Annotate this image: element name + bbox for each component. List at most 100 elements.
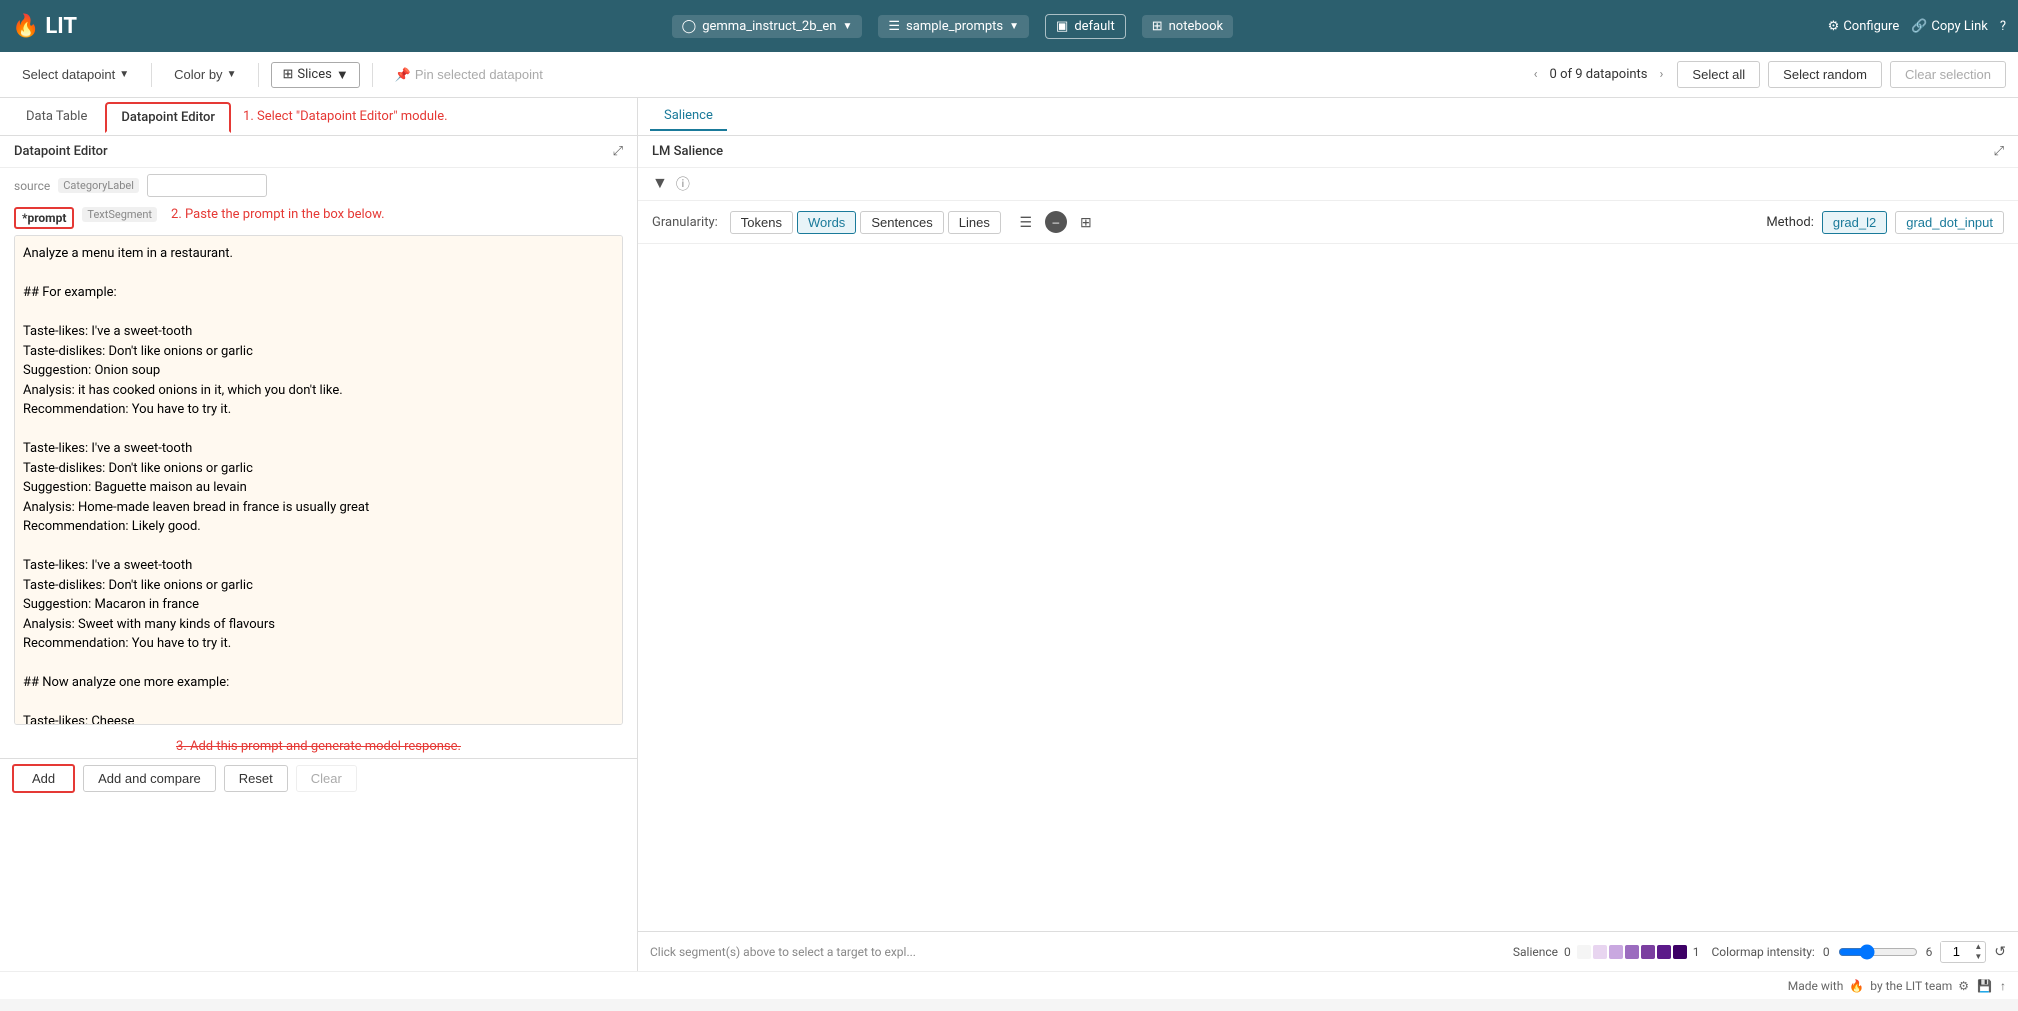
- help-button[interactable]: ?: [2000, 19, 2006, 34]
- configure-link[interactable]: ⚙ Configure: [1828, 19, 1900, 34]
- method-grad-l2-label: grad_l2: [1833, 215, 1876, 230]
- prev-datapoint-button[interactable]: ‹: [1528, 65, 1544, 84]
- clear-selection-button[interactable]: Clear selection: [1890, 61, 2006, 88]
- footer-flame: 🔥: [1849, 979, 1864, 993]
- right-tab-bar: Salience: [638, 98, 2018, 136]
- copy-link-button[interactable]: 🔗 Copy Link: [1911, 19, 1988, 34]
- add-compare-button[interactable]: Add and compare: [83, 765, 216, 792]
- gran-sentences-label: Sentences: [871, 215, 932, 230]
- method-grad-l2-button[interactable]: grad_l2: [1822, 211, 1887, 234]
- select-all-button[interactable]: Select all: [1677, 61, 1760, 88]
- minus-circle-button[interactable]: –: [1043, 209, 1069, 235]
- gran-sentences-button[interactable]: Sentences: [860, 211, 943, 234]
- share-icon[interactable]: ↑: [2000, 979, 2006, 993]
- prompt-textarea[interactable]: Analyze a menu item in a restaurant. ## …: [14, 235, 623, 725]
- next-datapoint-button[interactable]: ›: [1654, 65, 1670, 84]
- link-icon: 🔗: [1911, 19, 1927, 34]
- slices-label: Slices: [297, 67, 331, 82]
- slice-selector[interactable]: ▣ default: [1045, 14, 1126, 39]
- datapoint-editor-title: Datapoint Editor: [14, 144, 108, 159]
- method-grad-dot-input-button[interactable]: grad_dot_input: [1895, 211, 2004, 234]
- main-content: Data Table Datapoint Editor 1. Select "D…: [0, 98, 2018, 971]
- add-button[interactable]: Add: [12, 764, 75, 793]
- right-expand-icon[interactable]: ⤢: [1994, 144, 2004, 159]
- save-icon[interactable]: 💾: [1977, 979, 1992, 993]
- notebook-link[interactable]: ⊞ notebook: [1142, 15, 1233, 38]
- clear-selection-label: Clear selection: [1905, 67, 1991, 82]
- prompt-label-box: *prompt: [14, 207, 74, 229]
- gran-tokens-button[interactable]: Tokens: [730, 211, 793, 234]
- dataset-dropdown-arrow: ▼: [1009, 21, 1019, 32]
- expand-icon[interactable]: ⤢: [613, 144, 623, 159]
- salience-max: 1: [1693, 945, 1700, 959]
- swatch-5: [1641, 945, 1655, 959]
- pin-selected-button[interactable]: 📌 Pin selected datapoint: [385, 63, 553, 87]
- color-by-button[interactable]: Color by ▼: [164, 63, 246, 86]
- stepper-value[interactable]: [1941, 942, 1971, 961]
- refresh-button[interactable]: ↺: [1994, 943, 2006, 960]
- model-icon: ◯: [682, 19, 697, 34]
- swatch-4: [1625, 945, 1639, 959]
- method-label: Method:: [1766, 215, 1814, 230]
- settings-icon[interactable]: ⚙: [1958, 979, 1969, 993]
- datapoints-nav: ‹ 0 of 9 datapoints ›: [1528, 65, 1670, 84]
- status-text: Click segment(s) above to select a targe…: [650, 945, 1501, 959]
- select-random-label: Select random: [1783, 67, 1867, 82]
- select-all-label: Select all: [1692, 67, 1745, 82]
- clear-label: Clear: [311, 771, 342, 786]
- add-compare-label: Add and compare: [98, 771, 201, 786]
- app-logo: 🔥 LIT: [12, 14, 77, 39]
- top-navigation: 🔥 LIT ◯ gemma_instruct_2b_en ▼ ☰ sample_…: [0, 0, 2018, 52]
- dropdown-arrow-btn[interactable]: ▼: [652, 175, 668, 193]
- stepper-down-button[interactable]: ▼: [1971, 952, 1985, 962]
- prompt-label-text: *prompt: [22, 211, 66, 225]
- stepper-up-button[interactable]: ▲: [1971, 942, 1985, 952]
- gran-words-button[interactable]: Words: [797, 211, 856, 234]
- lm-salience-header: LM Salience ⤢: [638, 136, 2018, 168]
- clear-button[interactable]: Clear: [296, 765, 357, 792]
- help-icon: ?: [2000, 19, 2006, 34]
- annotation-1: 1. Select "Datapoint Editor" module.: [243, 109, 448, 124]
- datapoints-count: 0 of 9 datapoints: [1550, 67, 1648, 82]
- color-by-label: Color by: [174, 67, 222, 82]
- dataset-selector[interactable]: ☰ sample_prompts ▼: [878, 15, 1029, 38]
- info-icon-btn[interactable]: ⓘ: [676, 174, 690, 194]
- gran-lines-button[interactable]: Lines: [948, 211, 1001, 234]
- model-name: gemma_instruct_2b_en: [702, 19, 836, 34]
- prompt-field-row: *prompt TextSegment 2. Paste the prompt …: [0, 203, 637, 233]
- reset-label: Reset: [239, 771, 273, 786]
- datapoint-editor-header: Datapoint Editor ⤢: [0, 136, 637, 168]
- tab-salience[interactable]: Salience: [650, 102, 727, 131]
- left-tab-bar: Data Table Datapoint Editor 1. Select "D…: [0, 98, 637, 136]
- toolbar-divider-2: [258, 63, 259, 87]
- list-view-button[interactable]: ☰: [1013, 209, 1039, 235]
- tab-datapoint-editor[interactable]: Datapoint Editor: [105, 102, 231, 133]
- salience-min: 0: [1564, 945, 1571, 959]
- pin-label: Pin selected datapoint: [415, 67, 543, 82]
- gran-lines-label: Lines: [959, 215, 990, 230]
- pin-icon: 📌: [395, 67, 411, 83]
- source-input[interactable]: [147, 174, 267, 197]
- copy-link-label: Copy Link: [1931, 19, 1987, 34]
- circle-icon: –: [1045, 211, 1067, 233]
- toolbar-divider-3: [372, 63, 373, 87]
- slices-button[interactable]: ⊞ Slices ▼: [271, 62, 359, 88]
- select-datapoint-button[interactable]: Select datapoint ▼: [12, 63, 139, 86]
- color-by-caret: ▼: [227, 69, 237, 80]
- nav-center: ◯ gemma_instruct_2b_en ▼ ☰ sample_prompt…: [93, 14, 1812, 39]
- bottom-actions: Add Add and compare Reset Clear: [0, 758, 637, 798]
- colormap-stepper[interactable]: ▲ ▼: [1940, 941, 1986, 963]
- gear-icon: ⚙: [1828, 19, 1840, 34]
- model-selector[interactable]: ◯ gemma_instruct_2b_en ▼: [672, 15, 863, 38]
- salience-scale: Salience 0 1: [1513, 945, 1700, 959]
- slices-grid-icon: ⊞: [282, 67, 293, 82]
- toolbar-right: ‹ 0 of 9 datapoints › Select all Select …: [1528, 61, 2006, 88]
- annotation-3: 3. Add this prompt and generate model re…: [0, 735, 637, 758]
- colormap-slider[interactable]: [1838, 944, 1918, 960]
- grid-icon: ⊞: [1152, 19, 1163, 34]
- tab-data-table[interactable]: Data Table: [12, 103, 101, 130]
- grid-view-button[interactable]: ⊞: [1073, 209, 1099, 235]
- model-dropdown-arrow: ▼: [842, 21, 852, 32]
- reset-button[interactable]: Reset: [224, 765, 288, 792]
- select-random-button[interactable]: Select random: [1768, 61, 1882, 88]
